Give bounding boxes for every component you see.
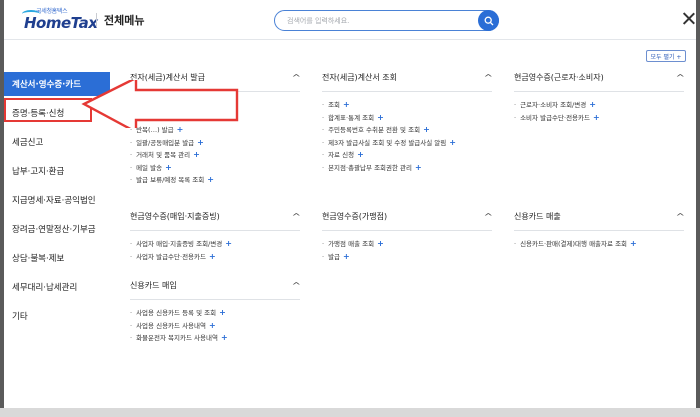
plus-icon: +: [220, 333, 228, 342]
collapse-icon[interactable]: ^: [484, 73, 493, 82]
menu-link[interactable]: 사업용 신용카드 사용내역+: [130, 320, 300, 333]
menu-link[interactable]: 거래처 및 품목 관리+: [130, 149, 300, 162]
group-title: 현금영수증(매입·지출증빙): [130, 212, 220, 221]
plus-icon: +: [193, 150, 200, 159]
sidebar-item-consulting-appeals[interactable]: 상담·불복·제보: [4, 246, 110, 270]
menu-link[interactable]: 자료 신청+: [322, 149, 492, 162]
plus-icon: +: [630, 239, 637, 248]
menu-group-cash-receipt-business: 현금영수증(매입·지출증빙) ^ 사업자 매입·지출증빙 조회/변경+ 사업자 발…: [130, 211, 301, 264]
menu-link[interactable]: 본지점·총괄납부 조회권한 관리+: [322, 162, 492, 175]
plus-icon: +: [219, 308, 226, 317]
plus-icon: +: [343, 251, 350, 261]
plus-icon: +: [207, 175, 214, 184]
plus-icon: +: [209, 320, 216, 330]
menu-link[interactable]: 사업용 신용카드 등록 및 조회+: [130, 307, 300, 320]
menu-group-cash-receipt-consumer: 현금영수증(근로자·소비자) ^ 근로자·소비자 조회/변경+ 소비자 발급수단·…: [514, 72, 685, 125]
menu-link[interactable]: 소비자 발급수단·전용카드+: [514, 112, 684, 125]
menu-link[interactable]: 사업자 발급수단·전용카드+: [130, 251, 300, 264]
plus-icon: +: [415, 162, 422, 172]
sidebar-item-payment-refund[interactable]: 납부·고지·환급: [4, 159, 110, 183]
sidebar-item-tax-agent[interactable]: 세무대리·납세관리: [4, 275, 110, 299]
header: 국세청홈택스 HomeTax 전체메뉴: [4, 0, 696, 40]
plus-icon: +: [357, 150, 364, 159]
group-title: 현금영수증(근로자·소비자): [514, 73, 604, 82]
collapse-icon[interactable]: ^: [292, 73, 301, 82]
plus-icon: +: [343, 100, 350, 109]
menu-link[interactable]: 일괄/공동매입분 발급+: [130, 137, 300, 150]
menu-link[interactable]: 가맹점 매출 조회+: [322, 238, 492, 251]
group-title: 전자(세금)계산서 조회: [322, 73, 398, 82]
menu-link[interactable]: 발급 보류/예정 목록 조회+: [130, 174, 300, 187]
underlying-page: [0, 408, 700, 417]
group-title: 신용카드 매출: [514, 212, 561, 221]
menu-group-cash-receipt-merchant: 현금영수증(가맹점) ^ 가맹점 매출 조회+ 발급+: [322, 211, 493, 264]
plus-icon: +: [377, 112, 384, 122]
menu-group-credit-card-purchase: 신용카드 매입 ^ 사업용 신용카드 등록 및 조회+ 사업용 신용카드 사용내역…: [130, 280, 301, 345]
sidebar-item-etc[interactable]: 기타: [4, 304, 110, 328]
menu-link[interactable]: 사업자 매입·지출증빙 조회/변경+: [130, 238, 300, 251]
menu-link[interactable]: 조회+: [322, 99, 492, 112]
plus-icon: +: [209, 251, 216, 261]
page-title: 전체메뉴: [104, 14, 145, 27]
search-icon: [484, 16, 493, 25]
expand-all-button[interactable]: 모두 펼기 +: [646, 50, 686, 62]
annotation-highlight-box: [4, 98, 92, 122]
collapse-icon[interactable]: ^: [484, 212, 493, 221]
plus-icon: +: [423, 125, 430, 134]
menu-link[interactable]: 신용카드·판매(결제)대행 매출자료 조회+: [514, 238, 684, 251]
plus-icon: +: [593, 112, 600, 122]
plus-icon: +: [377, 239, 384, 248]
plus-icon: +: [225, 239, 232, 248]
search-button[interactable]: [478, 10, 499, 31]
plus-icon: +: [197, 137, 204, 147]
group-title: 현금영수증(가맹점): [322, 212, 388, 221]
sidebar-item-incentives-yearend[interactable]: 장려금·연말정산·기부금: [4, 217, 110, 241]
collapse-icon[interactable]: ^: [292, 212, 301, 221]
collapse-icon[interactable]: ^: [292, 281, 301, 290]
search-box: [274, 10, 499, 31]
menu-link[interactable]: 발급+: [322, 251, 492, 264]
hometax-logo[interactable]: 국세청홈택스 HomeTax: [22, 6, 98, 34]
menu-group-credit-card-sales: 신용카드 매출 ^ 신용카드·판매(결제)대행 매출자료 조회+: [514, 211, 685, 251]
plus-icon: +: [449, 137, 456, 147]
menu-link[interactable]: 화물운전자 복지카드 사용내역+: [130, 332, 300, 345]
collapse-icon[interactable]: ^: [676, 212, 685, 221]
menu-link[interactable]: 근로자·소비자 조회/변경+: [514, 99, 684, 112]
plus-icon: +: [589, 100, 596, 109]
plus-icon: +: [165, 162, 172, 172]
annotation-arrow-icon: [81, 80, 239, 128]
header-divider: [96, 13, 97, 27]
sidebar-item-payment-statements[interactable]: 지급명세·자료·공익법인: [4, 188, 110, 212]
menu-link[interactable]: 주민등록번호 수취분 전환 및 조회+: [322, 124, 492, 137]
menu-link[interactable]: 메일 발송+: [130, 162, 300, 175]
group-title: 신용카드 매입: [130, 281, 177, 290]
menu-link[interactable]: 제3자 발급사실 조회 및 수정 발급사실 알림+: [322, 137, 492, 150]
close-icon[interactable]: [682, 11, 696, 25]
menu-group-einvoice-inquiry: 전자(세금)계산서 조회 ^ 조회+ 합계표·통계 조회+ 주민등록번호 수취분 …: [322, 72, 493, 175]
collapse-icon[interactable]: ^: [676, 73, 685, 82]
menu-link[interactable]: 합계표·통계 조회+: [322, 112, 492, 125]
search-input[interactable]: [287, 14, 462, 27]
logo-text: HomeTax: [24, 14, 98, 32]
sidebar-item-tax-filing[interactable]: 세금신고: [4, 130, 110, 154]
